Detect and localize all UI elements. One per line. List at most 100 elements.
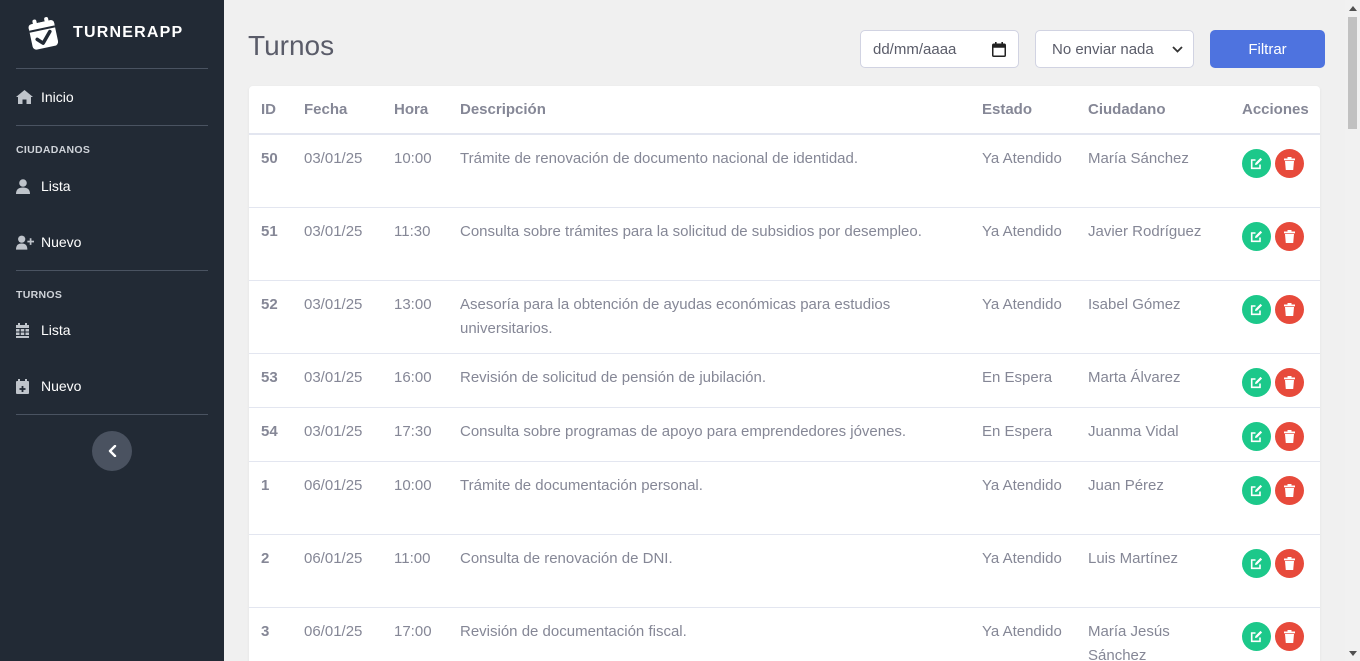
cell-ciudadano: Juanma Vidal [1076,407,1230,462]
sidebar-divider [16,125,208,126]
table-row: 53 03/01/25 16:00 Revisión de solicitud … [249,353,1320,408]
table-header-row: ID Fecha Hora Descripción Estado Ciudada… [249,86,1320,135]
cell-estado: En Espera [970,407,1076,462]
edit-icon [1250,376,1263,388]
sidebar-item-turnos-lista[interactable]: Lista [16,319,71,341]
cell-ciudadano: María Sánchez [1076,134,1230,208]
delete-button[interactable] [1275,294,1304,324]
filter-button[interactable]: Filtrar [1210,30,1325,68]
cell-fecha: 03/01/25 [292,134,382,208]
delete-button[interactable] [1275,621,1304,651]
trash-icon [1284,429,1295,443]
delete-button[interactable] [1275,367,1304,397]
scroll-up-arrow-icon[interactable] [1345,0,1360,16]
chevron-down-icon [1172,45,1183,53]
brand-name: TURNERAPP [73,24,184,41]
cell-acciones [1230,461,1320,535]
trash-icon [1284,483,1295,497]
cell-hora: 11:00 [382,534,448,608]
cell-acciones [1230,534,1320,608]
date-placeholder: dd/mm/aaaa [873,40,957,58]
edit-button[interactable] [1242,149,1271,178]
turnos-table: ID Fecha Hora Descripción Estado Ciudada… [249,86,1320,661]
sidebar-divider [16,270,208,271]
edit-button[interactable] [1242,475,1271,505]
cell-descripcion: Revisión de solicitud de pensión de jubi… [448,353,970,408]
cell-descripcion: Trámite de renovación de documento nacio… [448,134,970,208]
sidebar-divider [16,414,208,415]
date-filter-input[interactable]: dd/mm/aaaa [860,30,1019,68]
scrollbar-thumb[interactable] [1348,17,1357,129]
cell-hora: 11:30 [382,207,448,281]
sidebar-item-label: Nuevo [41,378,82,394]
column-header-descripcion[interactable]: Descripción [448,86,970,135]
cell-id: 54 [249,407,292,462]
cell-id: 1 [249,461,292,535]
cell-id: 3 [249,607,292,661]
notification-select[interactable]: No enviar nada [1035,30,1194,68]
cell-estado: En Espera [970,353,1076,408]
sidebar-item-label: Lista [41,178,71,194]
column-header-fecha[interactable]: Fecha [292,86,382,135]
edit-button[interactable] [1242,421,1271,451]
cell-estado: Ya Atendido [970,461,1076,535]
sidebar-item-label: Lista [41,322,71,338]
cell-fecha: 03/01/25 [292,353,382,408]
sidebar-item-label: Inicio [41,89,74,105]
trash-icon [1284,556,1295,570]
calendar-icon [16,322,34,338]
edit-icon [1250,230,1263,242]
column-header-estado[interactable]: Estado [970,86,1076,135]
edit-icon [1250,430,1263,442]
turnos-table-card: ID Fecha Hora Descripción Estado Ciudada… [249,86,1320,661]
page-title: Turnos [248,30,335,61]
edit-button[interactable] [1242,221,1271,251]
cell-hora: 10:00 [382,461,448,535]
select-value: No enviar nada [1052,40,1154,58]
edit-button[interactable] [1242,294,1271,324]
column-header-ciudadano[interactable]: Ciudadano [1076,86,1230,135]
edit-button[interactable] [1242,367,1271,397]
edit-icon [1250,630,1263,642]
trash-icon [1284,157,1295,170]
cell-descripcion: Revisión de documentación fiscal. [448,607,970,661]
cell-id: 53 [249,353,292,408]
sidebar-item-label: Nuevo [41,234,82,250]
edit-icon [1250,557,1263,569]
page-scrollbar[interactable] [1345,0,1360,661]
sidebar-item-ciudadanos-lista[interactable]: Lista [16,175,71,197]
cell-ciudadano: Luis Martínez [1076,534,1230,608]
sidebar-toggle-button[interactable] [92,431,132,471]
delete-button[interactable] [1275,475,1304,505]
column-header-id[interactable]: ID [249,86,292,135]
delete-button[interactable] [1275,149,1304,178]
brand[interactable]: TURNERAPP [26,14,183,52]
user-plus-icon [16,234,34,250]
cell-acciones [1230,280,1320,354]
cell-estado: Ya Atendido [970,207,1076,281]
cell-estado: Ya Atendido [970,534,1076,608]
cell-id: 52 [249,280,292,354]
sidebar-divider [16,68,208,69]
cell-acciones [1230,607,1320,661]
cell-ciudadano: Juan Pérez [1076,461,1230,535]
scroll-down-arrow-icon[interactable] [1345,645,1360,661]
cell-hora: 10:00 [382,134,448,208]
delete-button[interactable] [1275,421,1304,451]
cell-acciones [1230,407,1320,462]
calendar-picker-icon[interactable] [992,41,1006,57]
delete-button[interactable] [1275,548,1304,578]
cell-estado: Ya Atendido [970,134,1076,208]
edit-button[interactable] [1242,621,1271,651]
trash-icon [1284,302,1295,316]
cell-id: 50 [249,134,292,208]
sidebar-item-inicio[interactable]: Inicio [16,86,74,108]
user-icon [16,178,34,194]
delete-button[interactable] [1275,221,1304,251]
edit-button[interactable] [1242,548,1271,578]
column-header-hora[interactable]: Hora [382,86,448,135]
sidebar-item-ciudadanos-nuevo[interactable]: Nuevo [16,231,81,253]
cell-hora: 16:00 [382,353,448,408]
sidebar-item-turnos-nuevo[interactable]: Nuevo [16,375,81,397]
table-row: 2 06/01/25 11:00 Consulta de renovación … [249,534,1320,608]
